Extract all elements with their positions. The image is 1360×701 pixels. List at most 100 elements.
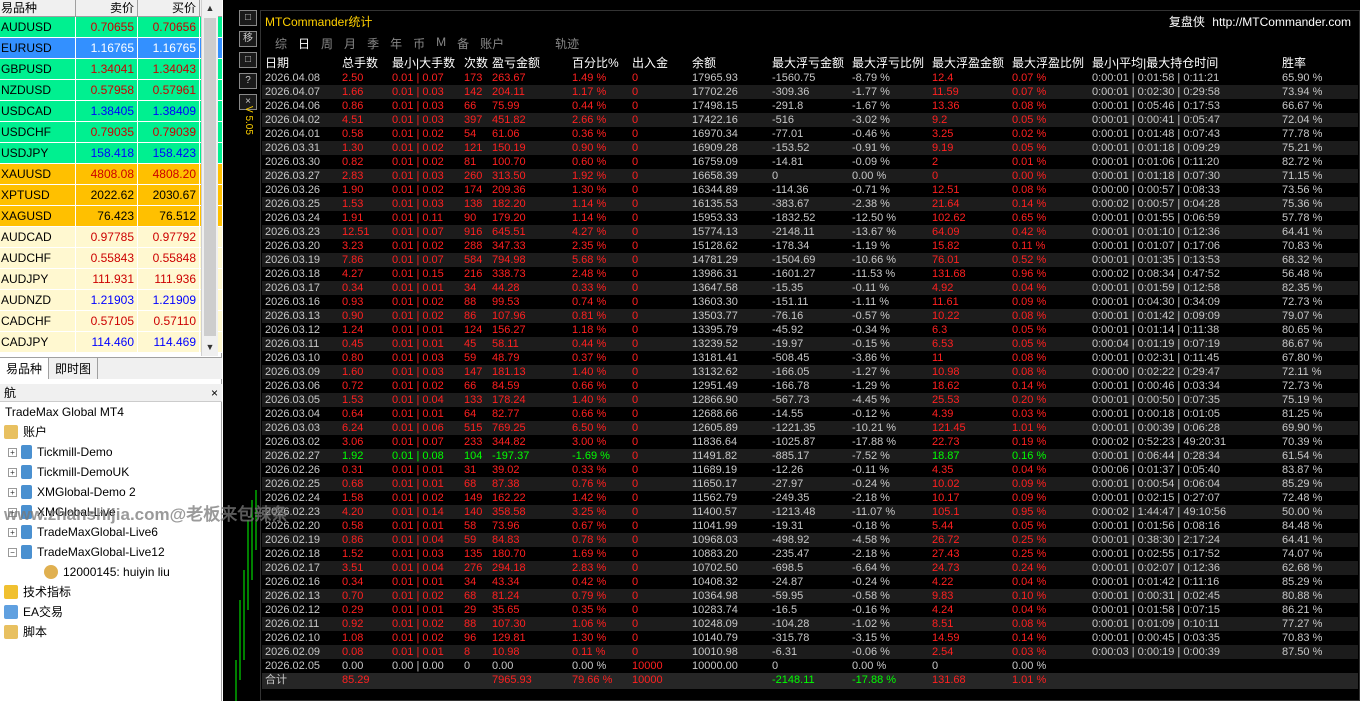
table-row[interactable]: 2026.03.12 1.24 0.01 | 0.01 124 156.27 1.18 %…: [262, 323, 1358, 337]
period-tab[interactable]: 币: [413, 35, 425, 51]
table-row[interactable]: 2026.02.23 4.20 0.01 | 0.14 140 358.58 3.25 %…: [262, 505, 1358, 519]
table-row[interactable]: 2026.03.16 0.93 0.01 | 0.02 88 99.53 0.74 % 0 1…: [262, 295, 1358, 309]
market-watch-row[interactable]: USDCAD 1.38405 1.38409: [0, 101, 222, 122]
server-item[interactable]: + TradeMaxGlobal-Live6: [0, 522, 222, 542]
table-row[interactable]: 2026.04.06 0.86 0.01 | 0.03 66 75.99 0.44 % 0 1…: [262, 99, 1358, 113]
table-row[interactable]: 2026.04.08 2.50 0.01 | 0.07 173 263.67 1.49 %…: [262, 71, 1358, 85]
market-watch-row[interactable]: XAGUSD 76.423 76.512: [0, 206, 222, 227]
column-header[interactable]: 胜率: [1282, 56, 1348, 71]
table-row[interactable]: 2026.03.20 3.23 0.01 | 0.02 288 347.33 2.35 %…: [262, 239, 1358, 253]
col-ask[interactable]: 买价: [138, 0, 200, 16]
table-row[interactable]: 2026.02.16 0.34 0.01 | 0.01 34 43.34 0.42 % 0 1…: [262, 575, 1358, 589]
table-row[interactable]: 2026.02.24 1.58 0.01 | 0.02 149 162.22 1.42 %…: [262, 491, 1358, 505]
market-watch-row[interactable]: AUDNZD 1.21903 1.21909: [0, 290, 222, 311]
table-row[interactable]: 2026.02.10 1.08 0.01 | 0.02 96 129.81 1.30 % 0…: [262, 631, 1358, 645]
server-item[interactable]: + Tickmill-Demo: [0, 442, 222, 462]
table-row[interactable]: 2026.02.25 0.68 0.01 | 0.01 68 87.38 0.76 % 0 1…: [262, 477, 1358, 491]
panel-side-button[interactable]: □: [239, 52, 257, 68]
table-row[interactable]: 2026.03.05 1.53 0.01 | 0.04 133 178.24 1.40 %…: [262, 393, 1358, 407]
table-row[interactable]: 2026.02.13 0.70 0.01 | 0.02 68 81.24 0.79 % 0 1…: [262, 589, 1358, 603]
table-row[interactable]: 2026.03.24 1.91 0.01 | 0.11 90 179.20 1.14 % 0…: [262, 211, 1358, 225]
column-header[interactable]: 余额: [692, 56, 772, 71]
navigator-root[interactable]: TradeMax Global MT4: [0, 402, 222, 422]
table-row[interactable]: 2026.03.30 0.82 0.01 | 0.02 81 100.70 0.60 % 0…: [262, 155, 1358, 169]
period-tab[interactable]: M: [436, 35, 446, 51]
expand-icon[interactable]: +: [8, 527, 17, 537]
period-tab[interactable]: 月: [344, 35, 356, 51]
col-bid[interactable]: 卖价: [76, 0, 138, 16]
expand-icon[interactable]: +: [8, 447, 17, 457]
tab-symbols[interactable]: 易品种: [0, 358, 50, 379]
column-header[interactable]: 最大浮亏比例: [852, 56, 932, 71]
table-row[interactable]: 2026.02.12 0.29 0.01 | 0.01 29 35.65 0.35 % 0 1…: [262, 603, 1358, 617]
table-row[interactable]: 2026.03.13 0.90 0.01 | 0.02 86 107.96 0.81 % 0…: [262, 309, 1358, 323]
market-watch-row[interactable]: AUDJPY 111.931 111.936: [0, 269, 222, 290]
table-row[interactable]: 2026.03.23 12.51 0.01 | 0.07 916 645.51 4.27 …: [262, 225, 1358, 239]
brand-url[interactable]: http://MTCommander.com: [1212, 15, 1351, 29]
expand-icon[interactable]: +: [8, 487, 17, 497]
market-watch-row[interactable]: CADJPY 114.460 114.469: [0, 332, 222, 353]
market-watch-row[interactable]: USDJPY 158.418 158.423: [0, 143, 222, 164]
column-header[interactable]: 最小|大手数: [392, 56, 464, 71]
table-row[interactable]: 2026.02.19 0.86 0.01 | 0.04 59 84.83 0.78 % 0 1…: [262, 533, 1358, 547]
column-header[interactable]: 总手数: [342, 56, 392, 71]
column-header[interactable]: 日期: [262, 56, 342, 71]
col-symbol[interactable]: 易品种: [0, 0, 76, 16]
period-tab[interactable]: 轨迹: [555, 35, 579, 51]
table-row[interactable]: 2026.04.02 4.51 0.01 | 0.03 397 451.82 2.66 %…: [262, 113, 1358, 127]
table-row[interactable]: 2026.02.11 0.92 0.01 | 0.02 88 107.30 1.06 % 0…: [262, 617, 1358, 631]
scripts-folder[interactable]: 脚本: [0, 622, 222, 642]
expand-icon[interactable]: +: [8, 467, 17, 477]
table-row[interactable]: 2026.02.18 1.52 0.01 | 0.03 135 180.70 1.69 %…: [262, 547, 1358, 561]
server-item[interactable]: + XMGlobal-Demo 2: [0, 482, 222, 502]
market-watch-row[interactable]: AUDUSD 0.70655 0.70656: [0, 17, 222, 38]
market-watch-scrollbar[interactable]: ▲ ▼: [201, 0, 218, 356]
period-tab[interactable]: 周: [321, 35, 333, 51]
market-watch-row[interactable]: AUDCAD 0.97785 0.97792: [0, 227, 222, 248]
column-header[interactable]: 盈亏金额: [492, 56, 572, 71]
period-tab[interactable]: 日: [298, 35, 310, 51]
table-row[interactable]: 2026.03.18 4.27 0.01 | 0.15 216 338.73 2.48 %…: [262, 267, 1358, 281]
column-header[interactable]: 出入金: [632, 56, 692, 71]
table-row[interactable]: 2026.02.20 0.58 0.01 | 0.01 58 73.96 0.67 % 0 1…: [262, 519, 1358, 533]
column-header[interactable]: 最大浮亏金额: [772, 56, 852, 71]
period-tab[interactable]: 备: [457, 35, 469, 51]
period-tab[interactable]: 账户: [480, 35, 504, 51]
market-watch-row[interactable]: EURUSD 1.16765 1.16765: [0, 38, 222, 59]
period-tab[interactable]: 综: [275, 35, 287, 51]
table-row[interactable]: 2026.02.17 3.51 0.01 | 0.04 276 294.18 2.83 %…: [262, 561, 1358, 575]
table-row[interactable]: 2026.02.09 0.08 0.01 | 0.01 8 10.98 0.11 % 0 10…: [262, 645, 1358, 659]
table-row[interactable]: 2026.03.27 2.83 0.01 | 0.03 260 313.50 1.92 %…: [262, 169, 1358, 183]
table-row[interactable]: 2026.04.01 0.58 0.01 | 0.02 54 61.06 0.36 % 0 1…: [262, 127, 1358, 141]
server-item[interactable]: + Tickmill-DemoUK: [0, 462, 222, 482]
table-row[interactable]: 2026.03.06 0.72 0.01 | 0.02 66 84.59 0.66 % 0 1…: [262, 379, 1358, 393]
account-item[interactable]: 12000145: huiyin liu: [0, 562, 222, 582]
scroll-up-icon[interactable]: ▲: [202, 0, 218, 17]
table-row[interactable]: 2026.03.04 0.64 0.01 | 0.01 64 82.77 0.66 % 0 1…: [262, 407, 1358, 421]
panel-side-button[interactable]: ?: [239, 73, 257, 89]
scroll-down-icon[interactable]: ▼: [202, 339, 218, 356]
market-watch-row[interactable]: NZDUSD 0.57958 0.57961: [0, 80, 222, 101]
table-row[interactable]: 2026.03.10 0.80 0.01 | 0.03 59 48.79 0.37 % 0 1…: [262, 351, 1358, 365]
table-row[interactable]: 2026.03.25 1.53 0.01 | 0.03 138 182.20 1.14 %…: [262, 197, 1358, 211]
panel-side-button[interactable]: 移: [239, 31, 257, 47]
table-row[interactable]: 2026.03.17 0.34 0.01 | 0.01 34 44.28 0.33 % 0 1…: [262, 281, 1358, 295]
server-item[interactable]: − TradeMaxGlobal-Live12: [0, 542, 222, 562]
accounts-folder[interactable]: 账户: [0, 422, 222, 442]
expand-icon[interactable]: −: [8, 547, 17, 557]
period-tab[interactable]: 年: [390, 35, 402, 51]
market-watch-row[interactable]: USDCHF 0.79035 0.79039: [0, 122, 222, 143]
scroll-thumb[interactable]: [204, 18, 216, 336]
column-header[interactable]: 最小|平均|最大持仓时间: [1092, 56, 1282, 71]
table-row[interactable]: 2026.03.11 0.45 0.01 | 0.01 45 58.11 0.44 % 0 1…: [262, 337, 1358, 351]
table-row[interactable]: 2026.03.19 7.86 0.01 | 0.07 584 794.98 5.68 %…: [262, 253, 1358, 267]
column-header[interactable]: 最大浮盈比例: [1012, 56, 1092, 71]
market-watch-row[interactable]: GBPUSD 1.34041 1.34043: [0, 59, 222, 80]
period-tab[interactable]: 季: [367, 35, 379, 51]
table-row[interactable]: 2026.02.27 1.92 0.01 | 0.08 104 -197.37 -1.69…: [262, 449, 1358, 463]
market-watch-row[interactable]: CADCHF 0.57105 0.57110: [0, 311, 222, 332]
market-watch-row[interactable]: XAUUSD 4808.08 4808.20: [0, 164, 222, 185]
table-row[interactable]: 2026.02.26 0.31 0.01 | 0.01 31 39.02 0.33 % 0 1…: [262, 463, 1358, 477]
table-row[interactable]: 2026.03.02 3.06 0.01 | 0.07 233 344.82 3.00 %…: [262, 435, 1358, 449]
close-icon[interactable]: ×: [211, 384, 218, 401]
